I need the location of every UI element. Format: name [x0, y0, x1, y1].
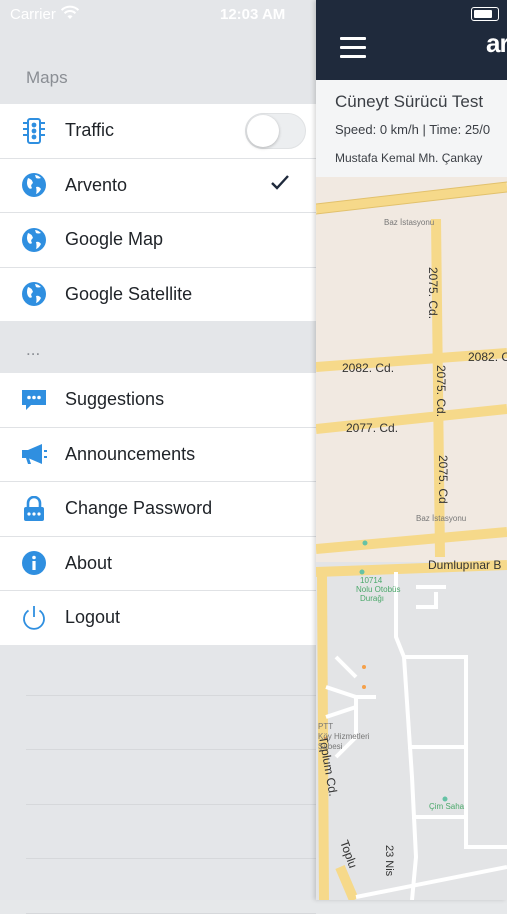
map-item-arvento[interactable]: Arvento	[0, 159, 316, 213]
menu-item-label: Announcements	[65, 443, 196, 464]
menu-item-about[interactable]: About	[0, 537, 316, 591]
map-road-label: 2077. Cd.	[346, 421, 398, 435]
chat-bubble-icon	[20, 386, 48, 414]
info-icon	[20, 549, 48, 577]
map-poi-label: Durağı	[360, 594, 384, 603]
traffic-toggle[interactable]	[245, 113, 306, 149]
map-item-google-map[interactable]: Google Map	[0, 213, 316, 268]
map-poi-label: Baz İstasyonu	[384, 218, 434, 227]
map-poi-label: 10714	[360, 576, 383, 585]
wifi-icon	[60, 5, 80, 19]
map-road-label: 2075. Cd	[436, 455, 450, 504]
globe-icon	[20, 226, 48, 254]
map-road-label: Dumlupınar B	[428, 558, 501, 572]
menu-item-suggestions[interactable]: Suggestions	[0, 373, 316, 428]
map-road-label: 2075. Cd.	[434, 365, 448, 417]
more-section-header: ...	[26, 340, 41, 359]
menu-item-logout[interactable]: Logout	[0, 591, 316, 645]
map-poi-label: Şubesi	[318, 742, 343, 751]
menu-item-label: Suggestions	[65, 389, 165, 410]
map-item-traffic[interactable]: Traffic	[0, 104, 316, 159]
maps-section-header: Maps	[26, 68, 68, 87]
map-road-label: 23 Nis	[383, 845, 395, 877]
status-bar: Carrier 12:03 AM	[0, 0, 316, 30]
map-road-label: 2082. C	[468, 350, 507, 364]
map-item-label: Google Map	[65, 229, 164, 250]
map-road-label: 2075. Cd.	[426, 267, 440, 319]
menu-item-label: Logout	[65, 607, 121, 628]
vehicle-name: Cüneyt Sürücü Test	[335, 92, 484, 111]
map-item-label: Traffic	[65, 120, 115, 141]
lock-icon	[20, 495, 48, 523]
menu-item-label: Change Password	[65, 498, 213, 519]
vehicle-address: Mustafa Kemal Mh. Çankay	[335, 151, 483, 165]
traffic-light-icon	[20, 117, 48, 145]
nav-bar: ar	[316, 0, 507, 80]
power-icon	[20, 604, 48, 632]
menu-item-label: About	[65, 552, 113, 573]
megaphone-icon	[20, 440, 48, 468]
map-type-list: Traffic Arvento Google Map Google Satell…	[0, 104, 316, 321]
map-poi-label: Nolu Otobüs	[356, 585, 400, 594]
side-menu-drawer: Carrier 12:03 AM Maps Traffic Arvento Go…	[0, 0, 316, 914]
map-poi-label: Çim Saha	[429, 802, 465, 811]
map-item-google-satellite[interactable]: Google Satellite	[0, 268, 316, 322]
brand-logo: ar	[486, 28, 507, 58]
menu-item-change-password[interactable]: Change Password	[0, 482, 316, 537]
checkmark-icon	[271, 174, 289, 190]
empty-list-separators	[26, 641, 316, 914]
map-item-label: Google Satellite	[65, 283, 193, 304]
map-poi-label: PTT	[318, 722, 333, 731]
battery-icon	[471, 7, 499, 21]
globe-icon	[20, 280, 48, 308]
map-item-label: Arvento	[65, 174, 128, 195]
hamburger-menu-icon[interactable]	[340, 37, 366, 59]
menu-item-announcements[interactable]: Announcements	[0, 428, 316, 482]
map-poi-label: Köy Hizmetleri	[318, 732, 370, 741]
map-road-label: 2082. Cd.	[342, 361, 394, 375]
globe-icon	[20, 171, 48, 199]
map-view[interactable]: 2082. Cd. 2082. C 2077. Cd. Dumlupınar B…	[316, 177, 507, 900]
vehicle-speed-time: Speed: 0 km/h | Time: 25/0	[335, 122, 491, 137]
clock-label: 12:03 AM	[220, 6, 286, 23]
carrier-label: Carrier	[10, 6, 56, 23]
toggle-knob	[247, 115, 279, 147]
menu-list: Suggestions Announcements Change Passwor…	[0, 373, 316, 645]
map-poi-label: Baz İstasyonu	[416, 514, 466, 523]
main-app-screen: ar Cüneyt Sürücü Test Speed: 0 km/h | Ti…	[316, 0, 507, 900]
vehicle-info-panel[interactable]: Cüneyt Sürücü Test Speed: 0 km/h | Time:…	[316, 80, 507, 178]
